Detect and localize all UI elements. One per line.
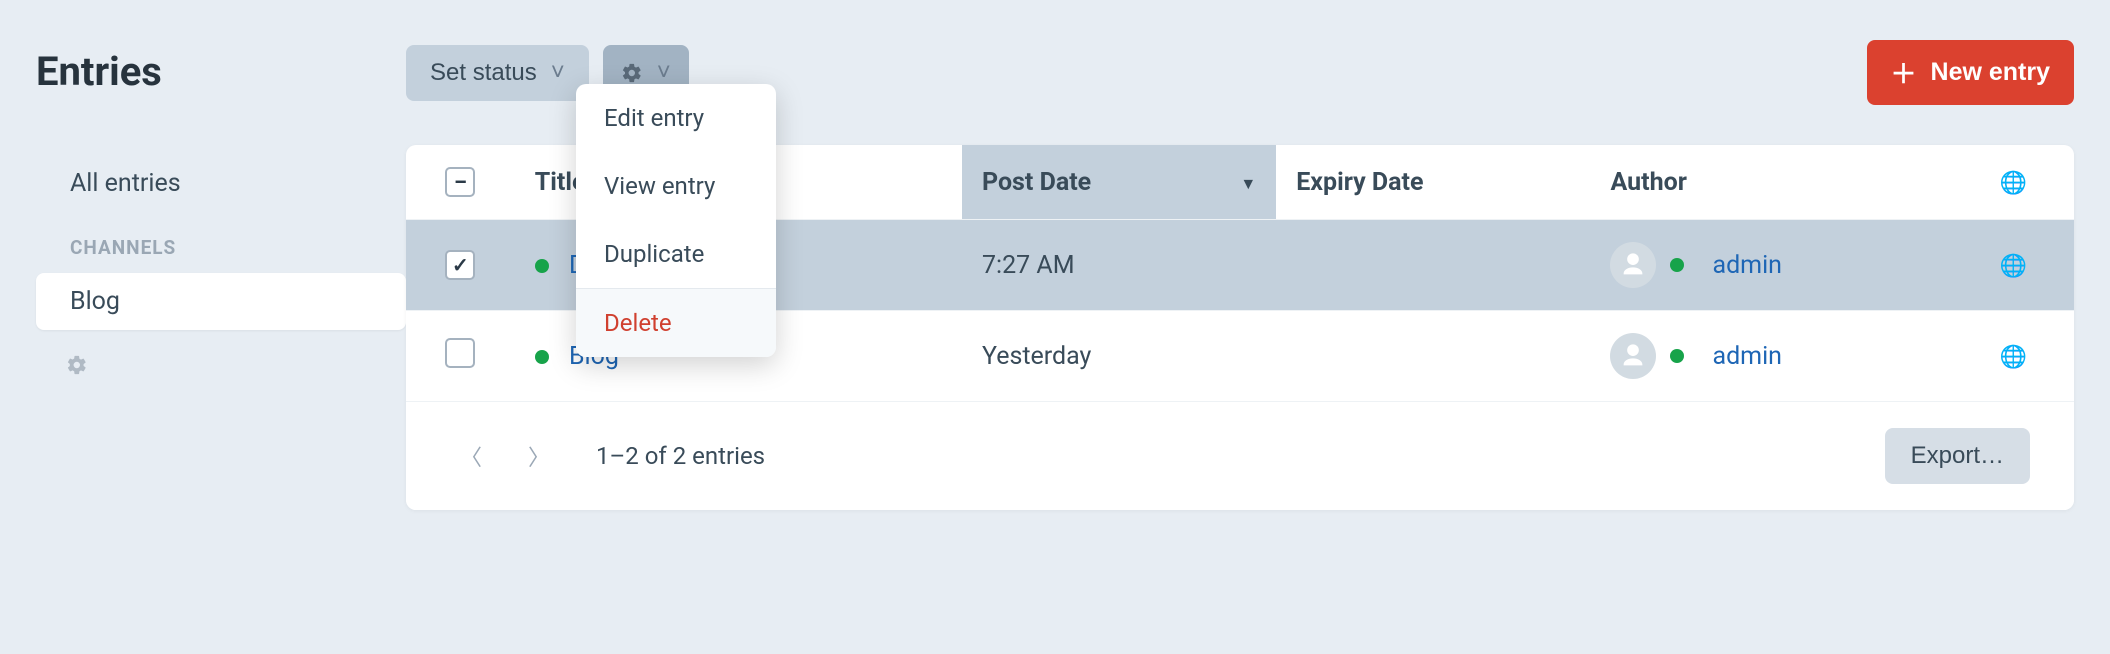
row-checkbox-cell[interactable]	[406, 311, 515, 402]
export-label: Export…	[1911, 442, 2004, 469]
chevron-left-icon: 〈	[460, 445, 482, 470]
sidebar: Entries All entries Channels Blog	[36, 0, 406, 510]
checkbox-checked-icon	[445, 250, 475, 280]
user-icon	[1619, 251, 1647, 279]
row-expiry-date	[1276, 311, 1590, 402]
chevron-down-icon: ˅	[551, 59, 565, 87]
actions-dropdown: Edit entry View entry Duplicate Delete	[576, 84, 776, 357]
globe-icon: 🌐	[2000, 254, 2027, 279]
table-footer: 〈 〉 1–2 of 2 entries Export…	[406, 401, 2074, 510]
dropdown-item-label: Edit entry	[604, 104, 704, 132]
row-post-date: 7:27 AM	[962, 220, 1276, 311]
plus-icon: ＋	[1891, 54, 1917, 91]
export-button[interactable]: Export…	[1885, 428, 2030, 484]
sidebar-section-heading: Channels	[36, 222, 406, 273]
gear-icon	[66, 354, 88, 376]
next-page-button[interactable]: 〉	[518, 434, 560, 478]
row-site-cell[interactable]: 🌐	[1953, 220, 2074, 311]
prev-page-button[interactable]: 〈	[450, 434, 492, 478]
set-status-button[interactable]: Set status ˅	[406, 45, 589, 101]
pagination-info: 1–2 of 2 entries	[596, 442, 765, 470]
status-live-icon	[535, 259, 549, 273]
chevron-down-icon: ˅	[657, 59, 671, 87]
row-expiry-date	[1276, 220, 1590, 311]
row-checkbox-cell[interactable]	[406, 220, 515, 311]
row-author-link: admin	[1712, 342, 1782, 371]
new-entry-button[interactable]: ＋ New entry	[1867, 40, 2075, 105]
dropdown-item-view[interactable]: View entry	[576, 152, 776, 220]
status-live-icon	[1670, 258, 1684, 272]
sidebar-item-label: Blog	[70, 287, 120, 316]
row-site-cell[interactable]: 🌐	[1953, 311, 2074, 402]
globe-icon: 🌐	[2000, 345, 2027, 370]
header-post-date-label: Post Date	[982, 168, 1091, 197]
sidebar-nav: All entries Channels Blog	[36, 155, 406, 330]
checkbox-unchecked-icon	[445, 338, 475, 368]
header-checkbox[interactable]	[406, 145, 515, 220]
sidebar-item-blog[interactable]: Blog	[36, 273, 406, 330]
checkbox-indeterminate-icon	[445, 167, 475, 197]
row-post-date: Yesterday	[962, 311, 1276, 402]
row-author-cell[interactable]: admin	[1590, 311, 1953, 402]
row-author-cell[interactable]: admin	[1590, 220, 1953, 311]
dropdown-item-edit[interactable]: Edit entry	[576, 84, 776, 152]
set-status-label: Set status	[430, 59, 537, 87]
sidebar-item-all-entries[interactable]: All entries	[36, 155, 406, 212]
sidebar-settings-button[interactable]	[66, 354, 88, 376]
header-site[interactable]: 🌐	[1953, 145, 2074, 220]
header-expiry-date[interactable]: Expiry Date	[1276, 145, 1590, 220]
status-live-icon	[535, 350, 549, 364]
sort-desc-icon: ▼	[1240, 174, 1256, 194]
avatar	[1610, 333, 1656, 379]
page-title: Entries	[36, 48, 406, 95]
dropdown-item-label: Duplicate	[604, 240, 704, 268]
header-post-date[interactable]: Post Date ▼	[962, 145, 1276, 220]
dropdown-item-label: View entry	[604, 172, 715, 200]
status-live-icon	[1670, 349, 1684, 363]
main: Set status ˅ ˅ ＋ New entry Edit entry Vi…	[406, 0, 2074, 510]
gear-icon	[621, 62, 643, 84]
user-icon	[1619, 342, 1647, 370]
new-entry-label: New entry	[1931, 58, 2050, 87]
sidebar-item-label: All entries	[70, 169, 181, 198]
row-author-link: admin	[1712, 251, 1782, 280]
dropdown-item-label: Delete	[604, 309, 672, 337]
chevron-right-icon: 〉	[528, 445, 550, 470]
globe-icon: 🌐	[2000, 171, 2027, 196]
avatar	[1610, 242, 1656, 288]
header-author[interactable]: Author	[1590, 145, 1953, 220]
dropdown-item-duplicate[interactable]: Duplicate	[576, 220, 776, 288]
dropdown-item-delete[interactable]: Delete	[576, 289, 776, 357]
